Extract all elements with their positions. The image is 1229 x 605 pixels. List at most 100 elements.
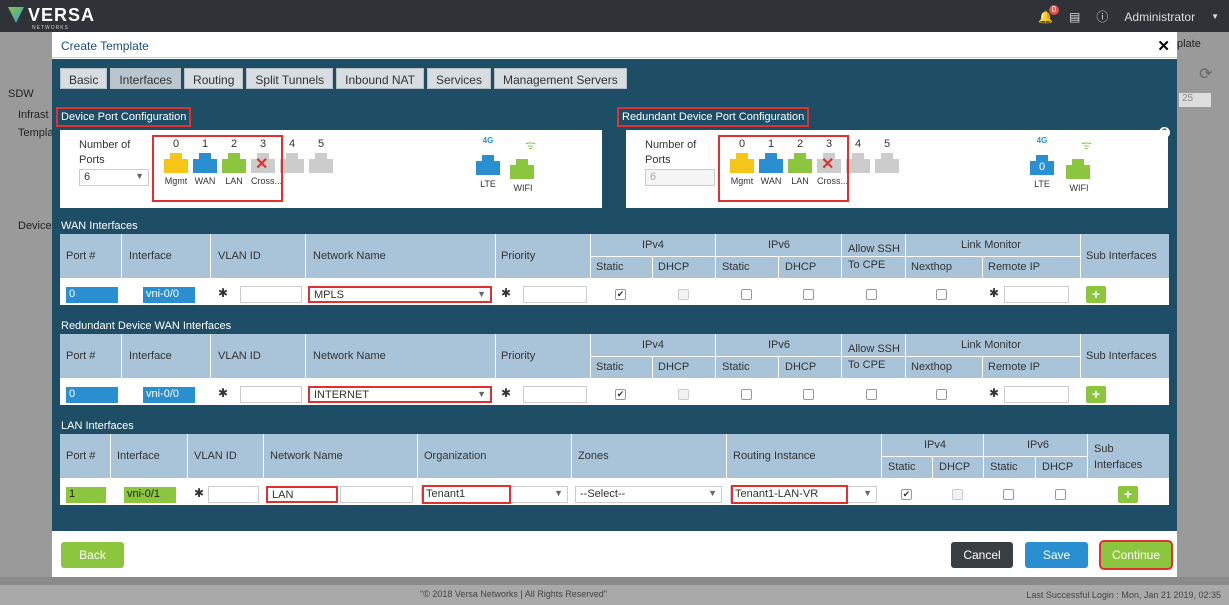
rwan-network-select[interactable]: INTERNET ▼ bbox=[308, 386, 492, 403]
wan-vlan-input[interactable] bbox=[240, 286, 302, 303]
port-5[interactable]: 5 bbox=[309, 138, 333, 186]
rwan-port-field[interactable]: 0 bbox=[66, 387, 118, 403]
tab-basic[interactable]: Basic bbox=[60, 68, 108, 89]
save-button[interactable]: Save bbox=[1025, 542, 1088, 568]
lan-network-input[interactable]: LAN bbox=[266, 486, 338, 503]
num-ports-label: Number of Ports bbox=[79, 139, 131, 166]
rwan-nexthop-checkbox[interactable] bbox=[936, 389, 947, 400]
user-menu[interactable]: Administrator bbox=[1124, 10, 1195, 24]
tab-interfaces[interactable]: Interfaces bbox=[110, 68, 182, 89]
rwan-ipv6-static-checkbox[interactable] bbox=[741, 389, 752, 400]
lan-interface-field: vni-0/1 bbox=[124, 487, 176, 503]
rwan-vlan-input[interactable] bbox=[240, 386, 302, 403]
wan-h-remote: Remote IP bbox=[988, 261, 1040, 273]
lan-ipv4-static-checkbox[interactable]: ✔ bbox=[901, 489, 912, 500]
ports-highlight bbox=[152, 135, 283, 202]
wan-network-select[interactable]: MPLS ▼ bbox=[308, 286, 492, 303]
lan-network-extra-input[interactable] bbox=[340, 486, 413, 503]
wan-port-field[interactable]: 0 bbox=[66, 287, 118, 303]
gear-icon[interactable]: ✱ bbox=[501, 286, 511, 300]
wan-h-ipv6: IPv6 bbox=[768, 239, 791, 251]
r-ports-highlight bbox=[718, 135, 849, 202]
r-port-5[interactable]: 5 bbox=[875, 138, 899, 186]
bg-item-infra: Infrast bbox=[18, 109, 49, 121]
wifi-icon: ᯤ bbox=[525, 138, 536, 152]
wan-ssh-checkbox[interactable] bbox=[866, 289, 877, 300]
chevron-down-icon[interactable]: ▼ bbox=[1211, 12, 1219, 21]
lan-h-static6: Static bbox=[990, 461, 1018, 473]
lan-ipv6-dhcp-checkbox[interactable] bbox=[1055, 489, 1066, 500]
chevron-down-icon: ▼ bbox=[477, 289, 486, 299]
lan-zones-select[interactable]: --Select-- ▼ bbox=[575, 486, 722, 503]
wan-h-ssh: Allow SSH To CPE bbox=[848, 243, 900, 271]
wan-ipv4-static-checkbox[interactable]: ✔ bbox=[615, 289, 626, 300]
tab-services[interactable]: Services bbox=[426, 68, 491, 89]
rwan-interface-field: vni-0/0 bbox=[143, 387, 195, 403]
rwan-h-sub: Sub Interfaces bbox=[1086, 350, 1157, 362]
gear-icon[interactable]: ✱ bbox=[989, 286, 999, 300]
wan-h-dhcp4: DHCP bbox=[658, 261, 690, 273]
rwan-h-ipv6: IPv6 bbox=[768, 339, 791, 351]
gear-icon[interactable]: ✱ bbox=[218, 386, 228, 400]
rwan-priority-input[interactable] bbox=[523, 386, 587, 403]
r-port-4[interactable]: 4 bbox=[846, 138, 870, 186]
wifi-port[interactable]: ᯤ WIFI bbox=[510, 136, 536, 193]
r-lte-port[interactable]: 4G 0 LTE bbox=[1030, 136, 1054, 189]
bell-icon[interactable]: 🔔 0 bbox=[1038, 4, 1060, 24]
chevron-down-icon: ▼ bbox=[863, 488, 872, 498]
back-button[interactable]: Back bbox=[61, 542, 124, 568]
lan-h-sub: Sub Interfaces bbox=[1094, 443, 1143, 471]
tasks-icon[interactable]: ▤ bbox=[1069, 10, 1080, 24]
wan-h-ipv4: IPv4 bbox=[642, 239, 665, 251]
rwan-h-port: Port # bbox=[66, 350, 96, 362]
wan-h-static4: Static bbox=[596, 261, 624, 273]
lan-h-vlan: VLAN ID bbox=[194, 450, 237, 462]
wan-ipv6-dhcp-checkbox[interactable] bbox=[803, 289, 814, 300]
rwan-add-sub-button[interactable]: + bbox=[1086, 386, 1106, 403]
gear-icon[interactable]: ✱ bbox=[989, 386, 999, 400]
wan-add-sub-button[interactable]: + bbox=[1086, 286, 1106, 303]
rwan-ipv6-dhcp-checkbox[interactable] bbox=[803, 389, 814, 400]
rwan-h-link: Link Monitor bbox=[961, 339, 1021, 351]
rwan-h-remote: Remote IP bbox=[988, 361, 1040, 373]
lan-ipv6-static-checkbox[interactable] bbox=[1003, 489, 1014, 500]
lan-port-field[interactable]: 1 bbox=[66, 487, 106, 503]
rwan-h-interface: Interface bbox=[129, 350, 172, 362]
wan-ipv6-static-checkbox[interactable] bbox=[741, 289, 752, 300]
create-template-modal: Create Template ✕ Basic Interfaces Routi… bbox=[52, 32, 1177, 577]
rwan-ssh-checkbox[interactable] bbox=[866, 389, 877, 400]
lte-port[interactable]: 4G LTE bbox=[476, 136, 500, 189]
wan-table: Port # Interface VLAN ID Network Name Pr… bbox=[60, 234, 1169, 307]
wan-h-port: Port # bbox=[66, 250, 96, 262]
close-icon[interactable]: ✕ bbox=[1157, 37, 1170, 55]
lan-add-sub-button[interactable]: + bbox=[1118, 486, 1138, 503]
wan-remote-ip-input[interactable] bbox=[1004, 286, 1069, 303]
gear-icon[interactable]: ✱ bbox=[501, 386, 511, 400]
tab-inbound-nat[interactable]: Inbound NAT bbox=[336, 68, 424, 89]
versa-logo: VERSA NETWORKS bbox=[8, 5, 95, 31]
rwan-h-network: Network Name bbox=[313, 350, 386, 362]
num-ports-select[interactable]: 6 ▼ bbox=[79, 169, 149, 186]
lan-vlan-input[interactable] bbox=[208, 486, 259, 503]
redundant-port-panel: Number of Ports 6 0 Mgmt 1 WAN 2 LAN 3 ✕ Cros… bbox=[626, 130, 1168, 208]
r-num-ports-select: 6 bbox=[645, 169, 715, 186]
tab-routing[interactable]: Routing bbox=[184, 68, 244, 89]
continue-button[interactable]: Continue bbox=[1101, 542, 1171, 568]
info-icon[interactable]: ⓘ bbox=[1096, 8, 1108, 25]
rwan-h-ssh: Allow SSH To CPE bbox=[848, 343, 900, 371]
gear-icon[interactable]: ✱ bbox=[194, 486, 204, 500]
wan-nexthop-checkbox[interactable] bbox=[936, 289, 947, 300]
cancel-button[interactable]: Cancel bbox=[951, 542, 1013, 568]
port-4[interactable]: 4 bbox=[280, 138, 304, 186]
rwan-remote-ip-input[interactable] bbox=[1004, 386, 1069, 403]
device-port-title: Device Port Configuration bbox=[56, 107, 192, 127]
rwan-ipv4-static-checkbox[interactable]: ✔ bbox=[615, 389, 626, 400]
last-login: Last Successful Login : Mon, Jan 21 2019… bbox=[1026, 590, 1221, 600]
wifi-icon: ᯤ bbox=[1081, 138, 1092, 152]
top-bar: VERSA NETWORKS 🔔 0 ▤ ⓘ Administrator ▼ bbox=[0, 0, 1229, 32]
tab-management-servers[interactable]: Management Servers bbox=[493, 68, 627, 89]
r-wifi-port[interactable]: ᯤ WIFI bbox=[1066, 136, 1092, 193]
wan-priority-input[interactable] bbox=[523, 286, 587, 303]
gear-icon[interactable]: ✱ bbox=[218, 286, 228, 300]
tab-split-tunnels[interactable]: Split Tunnels bbox=[246, 68, 334, 89]
